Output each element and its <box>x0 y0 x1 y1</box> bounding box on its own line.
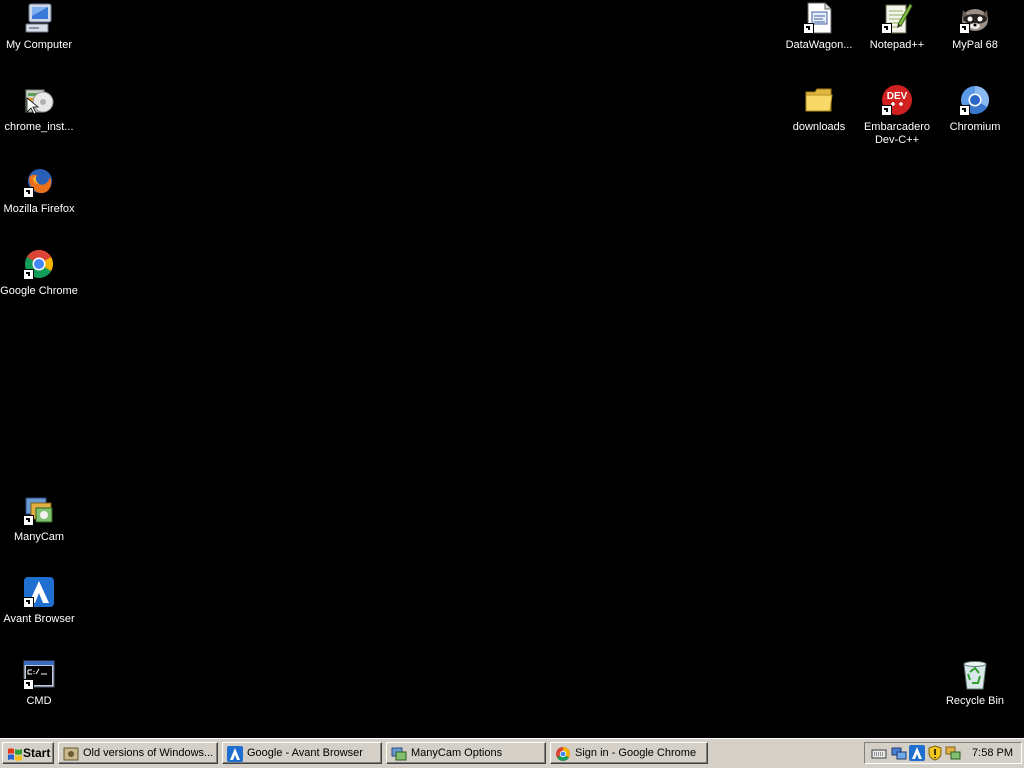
desktop-icon-chrome-installer[interactable]: chrome_inst... <box>0 84 78 134</box>
shortcut-arrow-icon <box>23 515 34 526</box>
desktop-icon-google-chrome[interactable]: Google Chrome <box>0 248 78 298</box>
desktop-icon-label: CMD <box>26 695 52 707</box>
desktop-icon-manycam[interactable]: ManyCam <box>0 494 78 544</box>
network-icon[interactable] <box>891 745 907 761</box>
desktop-icon-label: Mozilla Firefox <box>3 203 75 215</box>
desktop-icon-datawagon[interactable]: DataWagon... <box>780 2 858 52</box>
desktop-icon-label: Google Chrome <box>0 285 78 297</box>
avant-browser-icon[interactable] <box>909 745 925 761</box>
desktop-icon-downloads[interactable]: downloads <box>780 84 858 134</box>
shortcut-arrow-icon <box>23 597 34 608</box>
desktop-icon-notepad-plus-plus[interactable]: Notepad++ <box>858 2 936 52</box>
windows-logo-icon <box>7 746 23 762</box>
desktop-icon-label: Recycle Bin <box>945 695 1005 707</box>
cmd-icon <box>23 658 55 690</box>
shortcut-arrow-icon <box>881 23 892 34</box>
desktop-icon-embarcadero-dev-cpp[interactable]: DEV Embarcadero Dev-C++ <box>858 84 936 147</box>
desktop-icon-recycle-bin[interactable]: Recycle Bin <box>936 658 1014 708</box>
shortcut-arrow-icon <box>23 187 34 198</box>
dev-badge-text: DEV <box>887 91 908 102</box>
avant-browser-icon <box>227 746 243 762</box>
start-label: Start <box>23 746 51 760</box>
document-icon <box>803 2 835 34</box>
taskbar-button-avant-browser[interactable]: Google - Avant Browser <box>222 742 382 764</box>
mypal-icon <box>959 2 991 34</box>
installer-icon <box>23 84 55 116</box>
desktop-icon-label: MyPal 68 <box>952 39 998 51</box>
chromium-icon <box>959 84 991 116</box>
shortcut-arrow-icon <box>959 23 970 34</box>
keyboard-icon[interactable] <box>871 745 887 761</box>
clock[interactable]: 7:58 PM <box>972 743 1013 763</box>
taskbar-button-label: Google - Avant Browser <box>247 747 363 759</box>
taskbar-button-manycam-options[interactable]: ManyCam Options <box>386 742 546 764</box>
desktop-icon-mypal-68[interactable]: MyPal 68 <box>936 2 1014 52</box>
shortcut-arrow-icon <box>881 105 892 116</box>
dev-cpp-icon: DEV <box>881 84 913 116</box>
shortcut-arrow-icon <box>959 105 970 116</box>
taskbar-button-label: Old versions of Windows... <box>83 747 214 759</box>
manycam-icon[interactable] <box>945 745 961 761</box>
desktop-icon-label: Embarcadero Dev-C++ <box>863 121 931 146</box>
desktop-icon-label: DataWagon... <box>785 39 853 51</box>
firefox-icon <box>23 166 55 198</box>
recycle-bin-icon <box>959 658 991 690</box>
manycam-icon <box>391 746 407 762</box>
desktop-icon-mozilla-firefox[interactable]: Mozilla Firefox <box>0 166 78 216</box>
start-button[interactable]: Start <box>2 742 54 764</box>
taskbar-button-label: ManyCam Options <box>411 747 503 759</box>
chrome-icon <box>555 746 571 762</box>
desktop-icon-label: Notepad++ <box>869 39 925 51</box>
desktop-icon-label: Avant Browser <box>3 613 75 625</box>
desktop[interactable]: My Computer chrome_inst... Mozilla Firef… <box>0 0 1024 738</box>
desktop-icon-label: ManyCam <box>13 531 65 543</box>
desktop-icon-label: My Computer <box>5 39 73 51</box>
desktop-icon-label: downloads <box>792 121 846 133</box>
manycam-icon <box>23 494 55 526</box>
folder-icon <box>803 84 835 116</box>
system-tray: 7:58 PM <box>864 742 1022 764</box>
shortcut-arrow-icon <box>23 679 34 690</box>
taskbar: Start Old versions of Windows... Google … <box>0 738 1024 768</box>
desktop-icon-label: chrome_inst... <box>4 121 74 133</box>
explorer-icon <box>63 746 79 762</box>
security-shield-icon[interactable] <box>927 745 943 761</box>
shortcut-arrow-icon <box>23 269 34 280</box>
avant-browser-icon <box>23 576 55 608</box>
shortcut-arrow-icon <box>803 23 814 34</box>
notepad-plus-plus-icon <box>881 2 913 34</box>
my-computer-icon <box>23 2 55 34</box>
desktop-icon-avant-browser[interactable]: Avant Browser <box>0 576 78 626</box>
chrome-icon <box>23 248 55 280</box>
desktop-icon-my-computer[interactable]: My Computer <box>0 2 78 52</box>
desktop-icon-label: Chromium <box>949 121 1001 133</box>
desktop-icon-cmd[interactable]: CMD <box>0 658 78 708</box>
taskbar-button-sign-in-google-chrome[interactable]: Sign in - Google Chrome <box>550 742 708 764</box>
desktop-icon-chromium[interactable]: Chromium <box>936 84 1014 134</box>
taskbar-button-old-versions-of-windows[interactable]: Old versions of Windows... <box>58 742 218 764</box>
taskbar-button-label: Sign in - Google Chrome <box>575 747 697 759</box>
